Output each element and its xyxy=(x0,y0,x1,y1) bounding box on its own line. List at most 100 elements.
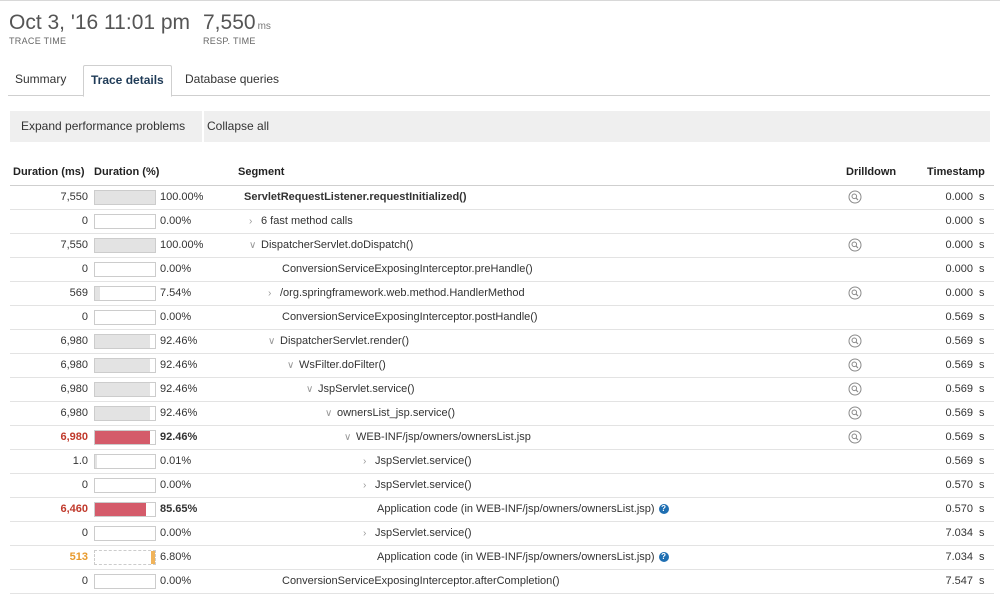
segment-label: DispatcherServlet.render() xyxy=(280,335,409,347)
table-row[interactable]: 6,980 92.46% ∨ ownersList_jsp.service() 0.56… xyxy=(10,402,994,426)
duration-bar xyxy=(94,358,156,373)
table-row[interactable]: 0 0.00% ConversionServiceExposingIntercept… xyxy=(10,258,994,282)
chevron-down-icon[interactable]: ∨ xyxy=(268,336,280,347)
table-row[interactable]: 513 6.80% Application code (in WEB-INF/jsp… xyxy=(10,546,994,570)
table-row[interactable]: 6,460 85.65% Application code (in WEB-INF/… xyxy=(10,498,994,522)
collapse-all-button[interactable]: Collapse all xyxy=(196,111,280,142)
segment-label: JspServlet.service() xyxy=(375,527,472,539)
segment-cell[interactable]: ∨ ownersList_jsp.service() xyxy=(325,407,455,419)
duration-pct-cell: 7.54% xyxy=(160,287,192,299)
segment-cell[interactable]: › JspServlet.service() xyxy=(363,479,472,491)
segment-cell: ConversionServiceExposingInterceptor.pos… xyxy=(282,311,538,323)
magnifier-icon[interactable] xyxy=(848,190,862,204)
chevron-down-icon[interactable]: ∨ xyxy=(249,240,261,251)
timestamp-unit: s xyxy=(979,215,985,227)
table-row[interactable]: 0 0.00% ConversionServiceExposingIntercept… xyxy=(10,306,994,330)
segment-cell: Application code (in WEB-INF/jsp/owners/… xyxy=(377,551,669,563)
segment-cell[interactable]: ∨ DispatcherServlet.render() xyxy=(268,335,409,347)
timestamp-cell: 0.569 xyxy=(945,455,973,467)
chevron-right-icon[interactable]: › xyxy=(268,288,280,299)
segment-cell[interactable]: › JspServlet.service() xyxy=(363,527,472,539)
magnifier-icon[interactable] xyxy=(848,334,862,348)
chevron-down-icon[interactable]: ∨ xyxy=(325,408,337,419)
duration-ms-cell: 0 xyxy=(81,263,88,275)
table-row[interactable]: 0 0.00% › 6 fast method calls 0.000 s xyxy=(10,210,994,234)
duration-bar-fill xyxy=(151,551,155,564)
timestamp-unit: s xyxy=(979,431,985,443)
duration-ms-cell: 6,980 xyxy=(60,431,88,443)
segment-label: Application code (in WEB-INF/jsp/owners/… xyxy=(377,551,655,563)
trace-time-metric: Oct 3, '16 11:01 pm TRACE TIME xyxy=(9,11,190,46)
timestamp-cell: 0.000 xyxy=(945,239,973,251)
duration-bar xyxy=(94,310,156,325)
table-row[interactable]: 7,550 100.00% ServletRequestListener.reque… xyxy=(10,186,994,210)
trace-time-label: TRACE TIME xyxy=(9,36,67,46)
col-timestamp[interactable]: Timestamp xyxy=(927,166,985,178)
tab-database-queries[interactable]: Database queries xyxy=(178,65,286,96)
chevron-right-icon[interactable]: › xyxy=(363,480,375,491)
duration-pct-cell: 85.65% xyxy=(160,503,198,515)
timestamp-unit: s xyxy=(979,479,985,491)
chevron-down-icon[interactable]: ∨ xyxy=(287,360,299,371)
segment-cell[interactable]: ∨ WsFilter.doFilter() xyxy=(287,359,386,371)
table-row[interactable]: 569 7.54% ›/org.springframework.web.method… xyxy=(10,282,994,306)
chevron-right-icon[interactable]: › xyxy=(249,216,261,227)
col-segment[interactable]: Segment xyxy=(238,166,284,178)
table-row[interactable]: 7,550 100.00% ∨ DispatcherServlet.doDispatc… xyxy=(10,234,994,258)
timestamp-unit: s xyxy=(979,191,985,203)
duration-ms-cell: 513 xyxy=(69,551,88,563)
timestamp-cell: 0.000 xyxy=(945,287,973,299)
resp-time-value-wrap: 7,550 ms xyxy=(203,11,271,35)
tab-trace-details[interactable]: Trace details xyxy=(83,65,172,97)
magnifier-icon[interactable] xyxy=(848,286,862,300)
segment-cell[interactable]: ∨ WEB-INF/jsp/owners/ownersList.jsp xyxy=(344,431,531,443)
duration-ms-cell: 7,550 xyxy=(60,191,88,203)
magnifier-icon[interactable] xyxy=(848,430,862,444)
timestamp-cell: 0.569 xyxy=(945,311,973,323)
duration-ms-cell: 0 xyxy=(81,575,88,587)
duration-pct-cell: 100.00% xyxy=(160,239,204,251)
segment-cell[interactable]: ∨ JspServlet.service() xyxy=(306,383,415,395)
duration-bar-fill xyxy=(95,191,155,204)
segment-label: WEB-INF/jsp/owners/ownersList.jsp xyxy=(356,431,531,443)
duration-ms-cell: 6,980 xyxy=(60,359,88,371)
magnifier-icon[interactable] xyxy=(848,238,862,252)
duration-ms-cell: 6,980 xyxy=(60,383,88,395)
segment-cell[interactable]: › JspServlet.service() xyxy=(363,455,472,467)
tab-summary[interactable]: Summary xyxy=(8,65,73,96)
magnifier-icon[interactable] xyxy=(848,358,862,372)
duration-ms-cell: 6,460 xyxy=(60,503,88,515)
chevron-right-icon[interactable]: › xyxy=(363,456,375,467)
resp-time-metric: 7,550 ms RESP. TIME xyxy=(203,11,271,46)
timestamp-cell: 0.569 xyxy=(945,431,973,443)
table-row[interactable]: 1.0 0.01% › JspServlet.service() 0.569 s xyxy=(10,450,994,474)
segment-cell[interactable]: ›/org.springframework.web.method.Handler… xyxy=(268,287,525,299)
duration-pct-cell: 92.46% xyxy=(160,431,198,443)
magnifier-icon[interactable] xyxy=(848,382,862,396)
chevron-down-icon[interactable]: ∨ xyxy=(344,432,356,443)
duration-bar xyxy=(94,574,156,589)
col-duration-ms[interactable]: Duration (ms) xyxy=(13,166,85,178)
timestamp-unit: s xyxy=(979,335,985,347)
table-row[interactable]: 6,980 92.46% ∨ WEB-INF/jsp/owners/ownersLis… xyxy=(10,426,994,450)
segment-cell[interactable]: › 6 fast method calls xyxy=(249,215,353,227)
help-icon[interactable]: ? xyxy=(658,552,669,562)
duration-ms-cell: 0 xyxy=(81,311,88,323)
timestamp-cell: 0.569 xyxy=(945,359,973,371)
expand-performance-problems-button[interactable]: Expand performance problems xyxy=(10,111,196,142)
chevron-right-icon[interactable]: › xyxy=(363,528,375,539)
table-row[interactable]: 0 0.00% › JspServlet.service() 0.570 s xyxy=(10,474,994,498)
col-duration-pct[interactable]: Duration (%) xyxy=(94,166,159,178)
magnifier-icon[interactable] xyxy=(848,406,862,420)
segment-cell[interactable]: ∨ DispatcherServlet.doDispatch() xyxy=(249,239,413,251)
duration-pct-cell: 92.46% xyxy=(160,407,198,419)
duration-pct-cell: 0.00% xyxy=(160,311,192,323)
table-row[interactable]: 6,980 92.46% ∨ DispatcherServlet.render() 0.… xyxy=(10,330,994,354)
timestamp-unit: s xyxy=(979,383,985,395)
table-row[interactable]: 6,980 92.46% ∨ WsFilter.doFilter() 0.569 s xyxy=(10,354,994,378)
help-icon[interactable]: ? xyxy=(658,504,669,514)
chevron-down-icon[interactable]: ∨ xyxy=(306,384,318,395)
table-row[interactable]: 0 0.00% › JspServlet.service() 7.034 s xyxy=(10,522,994,546)
table-row[interactable]: 6,980 92.46% ∨ JspServlet.service() 0.569 s xyxy=(10,378,994,402)
table-row[interactable]: 0 0.00% ConversionServiceExposingIntercept… xyxy=(10,570,994,594)
